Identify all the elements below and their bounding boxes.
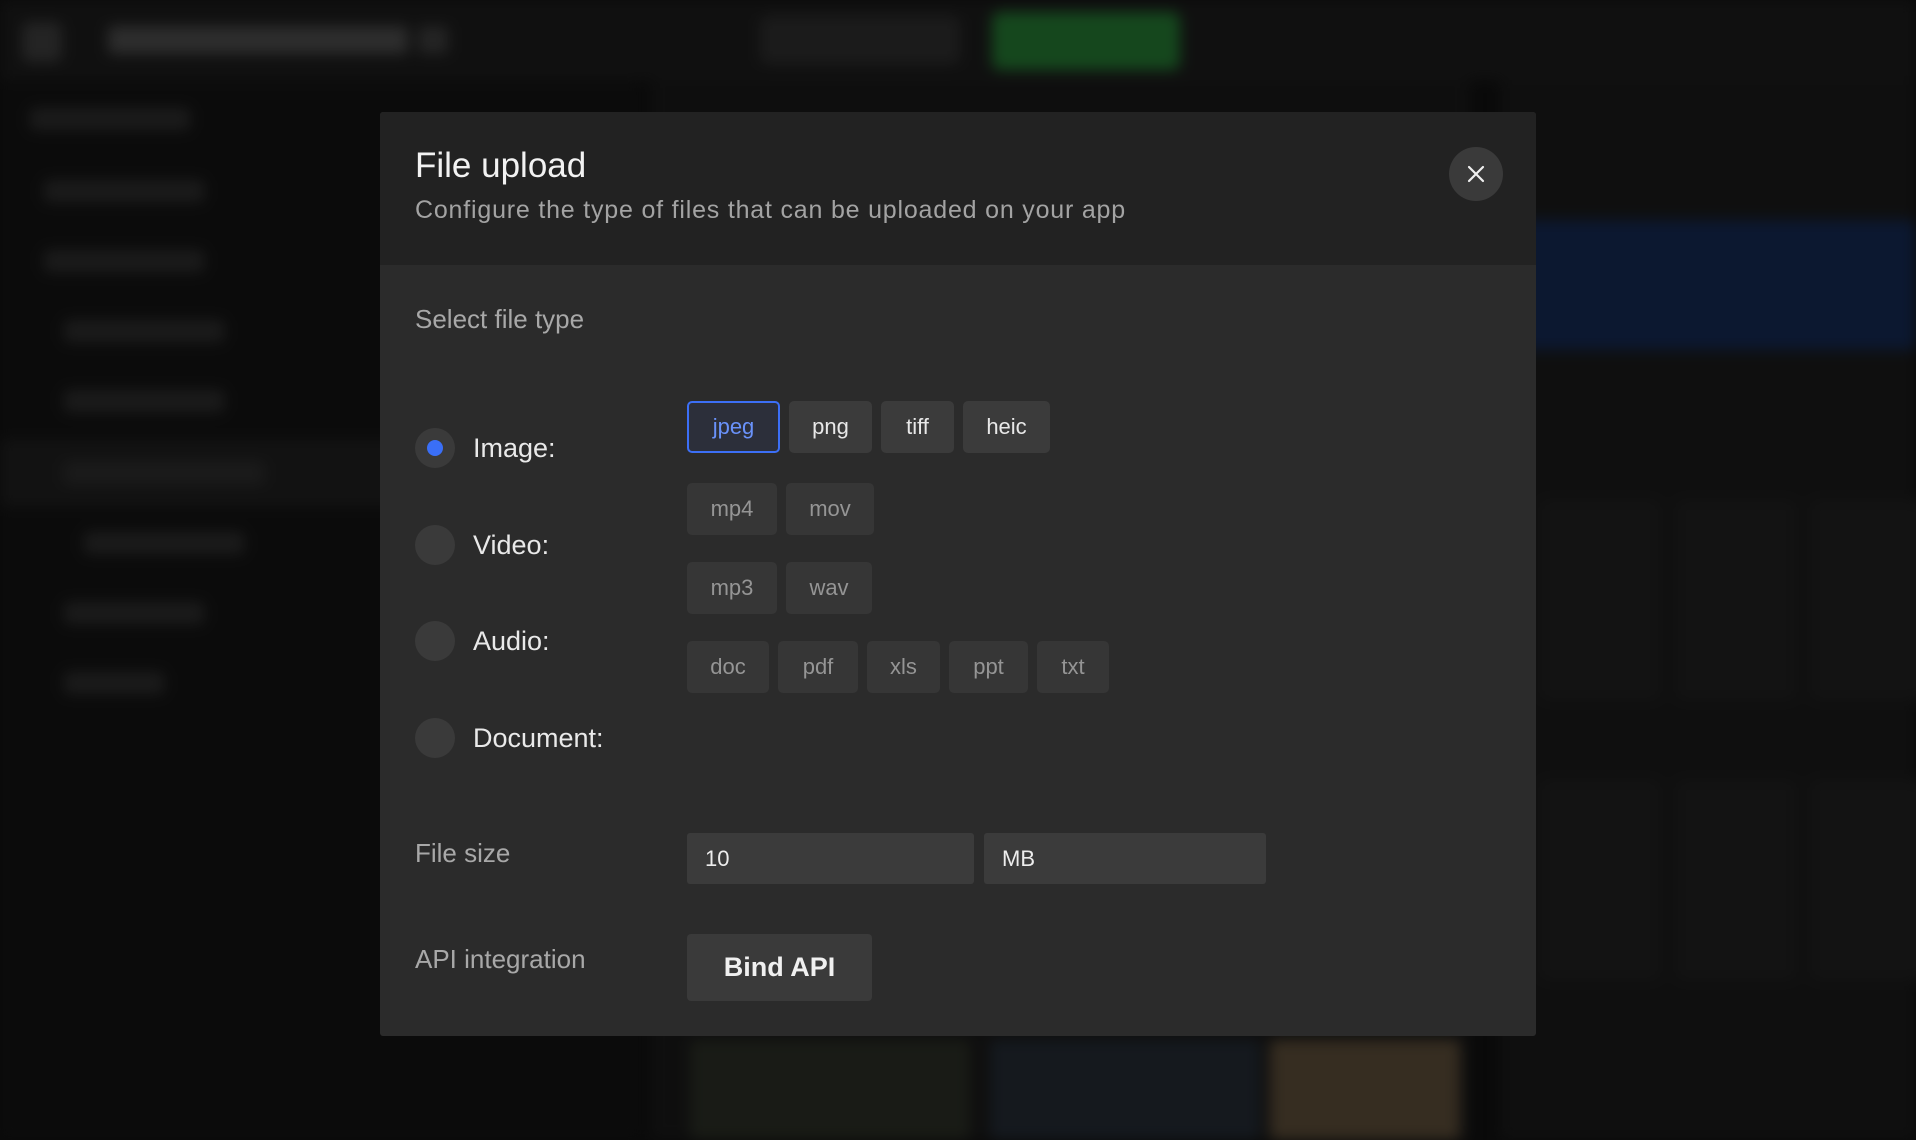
radio-image-indicator[interactable] bbox=[415, 428, 455, 468]
audio-format-chips: mp3 wav bbox=[687, 562, 872, 614]
radio-image-label: Image: bbox=[473, 432, 556, 463]
radio-document-label: Document: bbox=[473, 722, 604, 753]
radio-image[interactable]: Image: bbox=[415, 428, 556, 468]
bg-thumbnail bbox=[1270, 1040, 1460, 1140]
modal-header: File upload Configure the type of files … bbox=[380, 112, 1536, 265]
close-icon bbox=[1467, 165, 1485, 183]
video-format-chips: mp4 mov bbox=[687, 483, 874, 535]
chip-jpeg[interactable]: jpeg bbox=[687, 401, 780, 453]
radio-audio-indicator[interactable] bbox=[415, 621, 455, 661]
chip-tiff[interactable]: tiff bbox=[881, 401, 954, 453]
file-size-label: File size bbox=[415, 838, 511, 868]
bg-primary-button bbox=[992, 12, 1180, 70]
image-format-chips: jpeg png tiff heic bbox=[687, 401, 1050, 453]
bg-sidebar-row bbox=[30, 108, 190, 130]
bg-app-title-icon bbox=[418, 26, 448, 54]
chip-pdf[interactable]: pdf bbox=[778, 641, 858, 693]
bg-card bbox=[1676, 780, 1796, 980]
bg-card bbox=[1540, 500, 1660, 700]
bg-card bbox=[1676, 500, 1796, 700]
radio-document[interactable]: Document: bbox=[415, 718, 604, 758]
bg-card bbox=[1810, 500, 1916, 700]
chip-mp3[interactable]: mp3 bbox=[687, 562, 777, 614]
bg-thumbnail bbox=[990, 1040, 1260, 1140]
api-integration-label: API integration bbox=[415, 944, 586, 974]
chip-ppt[interactable]: ppt bbox=[949, 641, 1028, 693]
chip-heic[interactable]: heic bbox=[963, 401, 1050, 453]
bg-sidebar-row bbox=[84, 532, 244, 554]
chip-mov[interactable]: mov bbox=[786, 483, 874, 535]
chip-mp4[interactable]: mp4 bbox=[687, 483, 777, 535]
radio-audio[interactable]: Audio: bbox=[415, 621, 550, 661]
file-upload-modal: File upload Configure the type of files … bbox=[380, 112, 1536, 1036]
close-button[interactable] bbox=[1449, 147, 1503, 201]
select-file-type-label: Select file type bbox=[415, 304, 585, 334]
bg-info-banner bbox=[1520, 220, 1916, 350]
document-format-chips: doc pdf xls ppt txt bbox=[687, 641, 1109, 693]
bg-card bbox=[1810, 780, 1916, 980]
bg-sidebar-row bbox=[44, 180, 204, 202]
radio-video-label: Video: bbox=[473, 529, 550, 560]
bg-toolbar-button bbox=[760, 16, 960, 64]
modal-subtitle: Configure the type of files that can be … bbox=[415, 196, 1126, 224]
chip-doc[interactable]: doc bbox=[687, 641, 769, 693]
chip-wav[interactable]: wav bbox=[786, 562, 872, 614]
modal-title: File upload bbox=[415, 146, 587, 185]
chip-xls[interactable]: xls bbox=[867, 641, 940, 693]
file-size-input[interactable] bbox=[687, 833, 974, 884]
bg-sidebar-row bbox=[64, 602, 204, 624]
chip-txt[interactable]: txt bbox=[1037, 641, 1109, 693]
bg-sidebar-row bbox=[44, 250, 204, 272]
bg-thumbnail bbox=[690, 1040, 970, 1140]
radio-video[interactable]: Video: bbox=[415, 525, 549, 565]
bg-app-title bbox=[108, 26, 408, 54]
radio-video-indicator[interactable] bbox=[415, 525, 455, 565]
bg-logo bbox=[22, 22, 62, 62]
radio-document-indicator[interactable] bbox=[415, 718, 455, 758]
bg-sidebar-row bbox=[64, 390, 224, 412]
radio-audio-label: Audio: bbox=[473, 625, 550, 656]
bg-sidebar-row bbox=[64, 462, 264, 484]
chip-png[interactable]: png bbox=[789, 401, 872, 453]
file-size-unit-select[interactable]: MB bbox=[984, 833, 1266, 884]
bg-card bbox=[1540, 780, 1660, 980]
bg-sidebar-row bbox=[64, 320, 224, 342]
bind-api-button[interactable]: Bind API bbox=[687, 934, 872, 1001]
bg-sidebar-row bbox=[64, 672, 164, 694]
